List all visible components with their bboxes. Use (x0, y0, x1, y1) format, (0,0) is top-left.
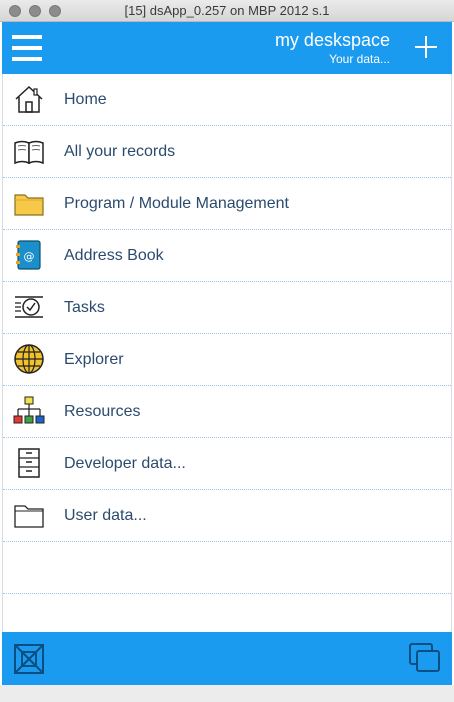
menu-item-explorer[interactable]: Explorer (3, 334, 451, 386)
menu-item-all-records[interactable]: All your records (3, 126, 451, 178)
book-icon (13, 135, 45, 167)
menu-item-home[interactable]: Home (3, 74, 451, 126)
window-title: [15] dsApp_0.257 on MBP 2012 s.1 (124, 3, 330, 18)
menu-item-developer-data[interactable]: Developer data... (3, 438, 451, 490)
folder-outline-icon (13, 499, 45, 531)
home-icon (13, 83, 45, 115)
window-bottom-edge (0, 685, 454, 702)
header-subtitle[interactable]: Your data... (329, 52, 390, 66)
menu-item-label: Tasks (64, 299, 105, 316)
svg-text:@: @ (24, 250, 35, 263)
empty-list-row (3, 542, 451, 594)
folder-icon (13, 187, 45, 219)
add-plus-icon[interactable] (414, 34, 438, 58)
menu-item-resources[interactable]: Resources (3, 386, 451, 438)
menu-item-label: Home (64, 91, 107, 108)
cabinet-icon (13, 447, 45, 479)
window-titlebar: [15] dsApp_0.257 on MBP 2012 s.1 (0, 0, 454, 22)
menu-item-label: Developer data... (64, 455, 186, 472)
menu-item-program-module-management[interactable]: Program / Module Management (3, 178, 451, 230)
menu-item-label: User data... (64, 507, 147, 524)
menu-item-label: Program / Module Management (64, 195, 289, 212)
app-window: [15] dsApp_0.257 on MBP 2012 s.1 my desk… (0, 0, 454, 702)
address-book-icon: @ (13, 239, 45, 271)
menu-item-label: Explorer (64, 351, 124, 368)
menu-item-label: Address Book (64, 247, 164, 264)
header-title: my deskspace (274, 30, 390, 50)
windows-icon[interactable] (408, 642, 442, 676)
app-header: my deskspace Your data... (2, 22, 452, 74)
collapse-icon[interactable] (12, 642, 46, 676)
hierarchy-icon (13, 395, 45, 427)
app-footer (2, 632, 452, 685)
menu-item-user-data[interactable]: User data... (3, 490, 451, 542)
hamburger-menu-icon[interactable] (12, 34, 42, 62)
menu-item-tasks[interactable]: Tasks (3, 282, 451, 334)
main-menu-list: Home All your records Program / Module M… (2, 74, 452, 632)
menu-item-label: Resources (64, 403, 141, 420)
tasks-icon (13, 291, 45, 323)
globe-icon (13, 343, 45, 375)
menu-item-address-book[interactable]: @ Address Book (3, 230, 451, 282)
menu-item-label: All your records (64, 143, 176, 160)
